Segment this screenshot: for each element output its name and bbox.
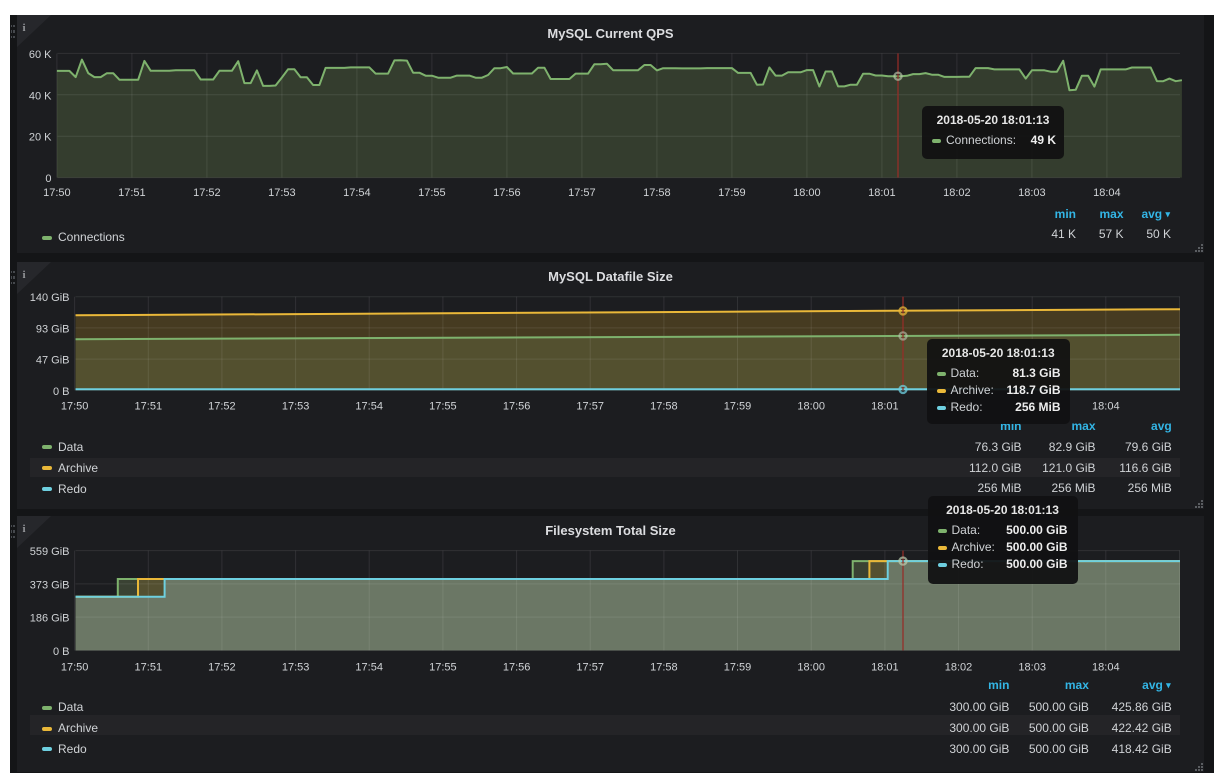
svg-text:17:50: 17:50: [61, 662, 89, 674]
svg-text:17:56: 17:56: [503, 662, 531, 674]
svg-text:17:57: 17:57: [568, 187, 596, 199]
svg-text:17:55: 17:55: [429, 400, 457, 412]
svg-text:20 K: 20 K: [29, 132, 52, 144]
svg-text:17:51: 17:51: [135, 400, 163, 412]
svg-text:17:58: 17:58: [643, 187, 671, 199]
svg-text:17:52: 17:52: [208, 400, 236, 412]
svg-text:0: 0: [45, 173, 51, 185]
svg-text:17:51: 17:51: [118, 187, 146, 199]
svg-text:47 GiB: 47 GiB: [36, 355, 70, 367]
svg-text:140 GiB: 140 GiB: [30, 292, 70, 304]
svg-text:17:53: 17:53: [268, 187, 296, 199]
svg-text:18:04: 18:04: [1092, 400, 1120, 412]
svg-text:18:04: 18:04: [1092, 662, 1120, 674]
svg-text:17:54: 17:54: [355, 662, 383, 674]
svg-text:17:52: 17:52: [193, 187, 221, 199]
svg-text:93 GiB: 93 GiB: [36, 323, 70, 335]
svg-text:17:59: 17:59: [724, 400, 752, 412]
svg-text:17:59: 17:59: [724, 662, 752, 674]
svg-text:17:50: 17:50: [43, 187, 71, 199]
svg-text:18:00: 18:00: [793, 187, 821, 199]
svg-text:60 K: 60 K: [29, 49, 52, 61]
svg-text:17:53: 17:53: [282, 662, 310, 674]
svg-text:17:51: 17:51: [135, 662, 163, 674]
svg-text:186 GiB: 186 GiB: [30, 613, 70, 625]
svg-text:17:52: 17:52: [208, 662, 236, 674]
svg-text:18:01: 18:01: [871, 400, 899, 412]
svg-text:17:55: 17:55: [429, 662, 457, 674]
svg-text:0 B: 0 B: [53, 386, 70, 398]
svg-text:18:00: 18:00: [797, 662, 825, 674]
svg-text:17:58: 17:58: [650, 400, 678, 412]
svg-text:18:02: 18:02: [943, 187, 971, 199]
svg-text:17:56: 17:56: [503, 400, 531, 412]
svg-text:17:53: 17:53: [282, 400, 310, 412]
svg-text:18:03: 18:03: [1018, 662, 1046, 674]
svg-text:373 GiB: 373 GiB: [30, 579, 70, 591]
svg-text:18:04: 18:04: [1093, 187, 1121, 199]
svg-text:18:03: 18:03: [1018, 187, 1046, 199]
svg-text:0 B: 0 B: [53, 646, 70, 658]
svg-text:17:58: 17:58: [650, 662, 678, 674]
svg-text:40 K: 40 K: [29, 90, 52, 102]
svg-text:17:56: 17:56: [493, 187, 521, 199]
svg-text:17:50: 17:50: [61, 400, 89, 412]
svg-text:17:54: 17:54: [355, 400, 383, 412]
svg-text:18:00: 18:00: [797, 400, 825, 412]
svg-text:17:57: 17:57: [576, 662, 604, 674]
svg-text:17:54: 17:54: [343, 187, 371, 199]
svg-text:18:01: 18:01: [871, 662, 899, 674]
svg-text:17:55: 17:55: [418, 187, 446, 199]
svg-text:17:57: 17:57: [576, 400, 604, 412]
svg-text:18:01: 18:01: [868, 187, 896, 199]
svg-text:18:02: 18:02: [945, 662, 973, 674]
svg-text:17:59: 17:59: [718, 187, 746, 199]
